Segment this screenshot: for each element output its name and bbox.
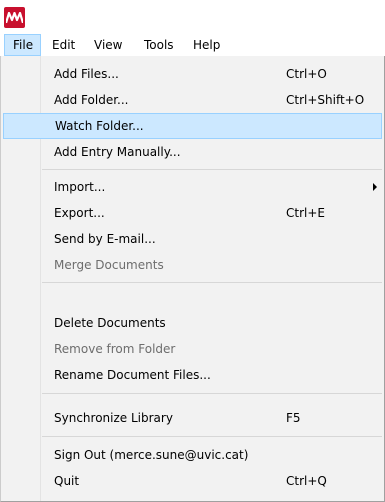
menu-item-label: Remove from Folder xyxy=(54,342,176,356)
menu-separator xyxy=(42,282,382,283)
mendeley-logo-icon xyxy=(4,7,25,28)
menu-item-label: Synchronize Library xyxy=(54,411,173,425)
menu-separator xyxy=(42,169,382,170)
menu-item-label: Send by E-mail... xyxy=(54,232,156,246)
menu-item-label: Merge Documents xyxy=(54,258,164,272)
menu-file[interactable]: File xyxy=(4,34,41,56)
menu-bar: File Edit View Tools Help xyxy=(0,34,385,57)
menu-item-shortcut: F5 xyxy=(286,411,301,425)
submenu-arrow-icon xyxy=(373,183,377,191)
menu-item-add-entry-manually[interactable]: Add Entry Manually... xyxy=(3,139,382,165)
menu-item-label: Add Files... xyxy=(54,67,119,81)
menu-item-label: Watch Folder... xyxy=(55,119,144,133)
menu-item-label: Add Entry Manually... xyxy=(54,145,181,159)
menu-item-synchronize-library[interactable]: Synchronize Library F5 xyxy=(3,405,382,431)
menu-item-label: Export... xyxy=(54,206,105,220)
file-menu-dropdown: Add Files... Ctrl+O Add Folder... Ctrl+S… xyxy=(0,56,385,502)
menu-item-shortcut: Ctrl+Shift+O xyxy=(286,93,365,107)
menu-help[interactable]: Help xyxy=(185,34,228,56)
menu-item-import[interactable]: Import... xyxy=(3,174,382,200)
menu-separator xyxy=(42,393,382,394)
menu-item-add-folder[interactable]: Add Folder... Ctrl+Shift+O xyxy=(3,87,382,113)
menu-item-add-files[interactable]: Add Files... Ctrl+O xyxy=(3,61,382,87)
menu-item-shortcut: Ctrl+O xyxy=(286,67,327,81)
menu-item-sign-out[interactable]: Sign Out (merce.sune@uvic.cat) xyxy=(3,442,382,468)
menu-item-delete-documents[interactable]: Delete Documents xyxy=(3,310,382,336)
menu-item-label: Import... xyxy=(54,180,106,194)
title-bar xyxy=(0,0,385,34)
menu-item-label: Sign Out (merce.sune@uvic.cat) xyxy=(54,448,249,462)
menu-tools[interactable]: Tools xyxy=(136,34,182,56)
menu-item-merge-documents: Merge Documents xyxy=(3,252,382,278)
menu-item-quit[interactable]: Quit Ctrl+Q xyxy=(3,468,382,494)
menu-item-export[interactable]: Export... Ctrl+E xyxy=(3,200,382,226)
menu-item-shortcut: Ctrl+Q xyxy=(286,474,327,488)
menu-item-shortcut: Ctrl+E xyxy=(286,206,325,220)
menu-item-remove-from-folder: Remove from Folder xyxy=(3,336,382,362)
menu-item-label: Add Folder... xyxy=(54,93,129,107)
menu-item-watch-folder[interactable]: Watch Folder... xyxy=(3,113,382,139)
menu-view[interactable]: View xyxy=(86,34,130,56)
menu-edit[interactable]: Edit xyxy=(44,34,83,56)
menu-item-label: Quit xyxy=(54,474,80,488)
menu-item-rename-document-files[interactable]: Rename Document Files... xyxy=(3,362,382,388)
menu-item-label: Rename Document Files... xyxy=(54,368,211,382)
menu-item-label: Delete Documents xyxy=(54,316,166,330)
menu-separator xyxy=(42,436,382,437)
menu-item-send-by-email[interactable]: Send by E-mail... xyxy=(3,226,382,252)
